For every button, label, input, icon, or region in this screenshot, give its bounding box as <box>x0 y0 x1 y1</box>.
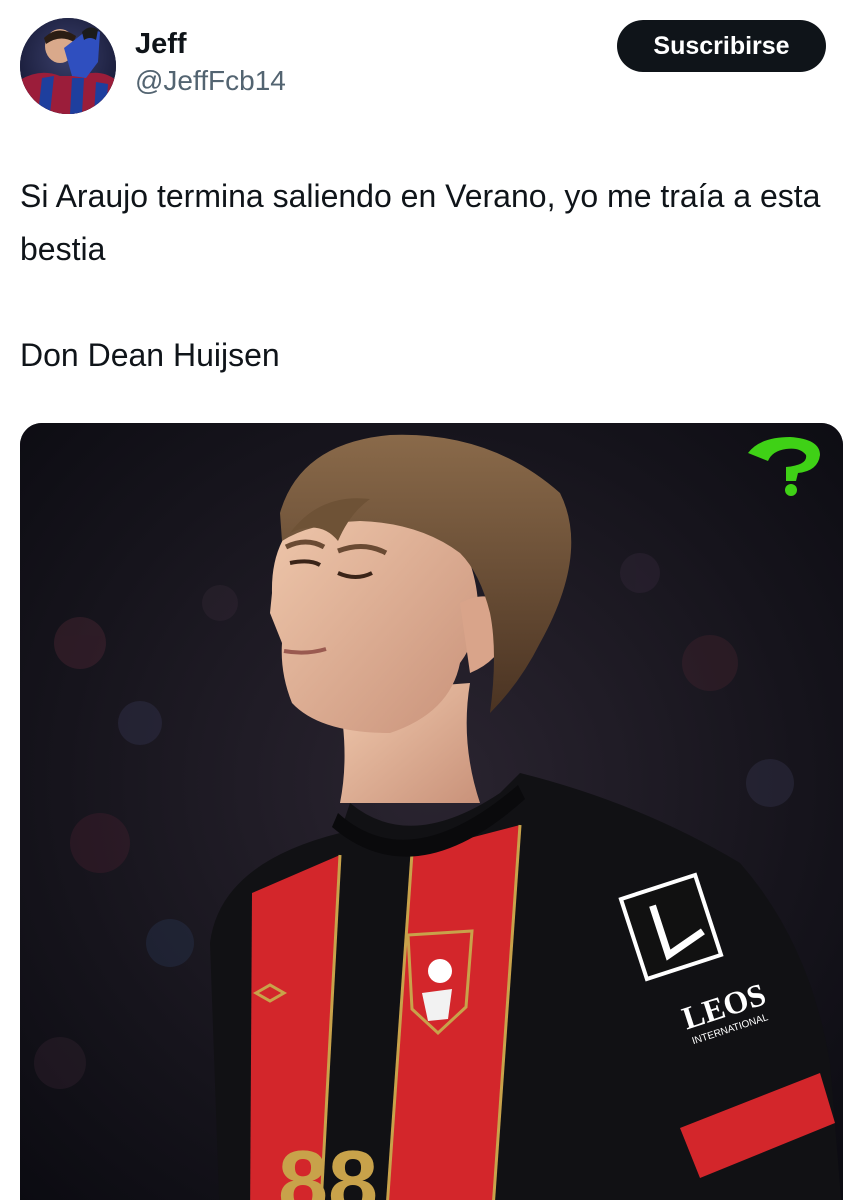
tweet-paragraph: Si Araujo termina saliendo en Verano, yo… <box>20 178 830 267</box>
tweet-header: Jeff @JeffFcb14 Suscribirse <box>0 0 862 130</box>
tweet-paragraph: Don Dean Huijsen <box>20 337 280 373</box>
subscribe-button[interactable]: Suscribirse <box>617 20 826 72</box>
user-handle[interactable]: @JeffFcb14 <box>135 64 286 98</box>
shirt-number: 88 <box>278 1133 378 1200</box>
avatar[interactable] <box>20 18 116 114</box>
tweet-text: Si Araujo termina saliendo en Verano, yo… <box>20 170 850 382</box>
profile-photo-icon <box>20 18 116 114</box>
user-block: Jeff @JeffFcb14 <box>135 26 286 98</box>
display-name[interactable]: Jeff <box>135 26 286 62</box>
tweet-media-image[interactable]: LEOS INTERNATIONAL 88 <box>20 423 843 1200</box>
player-photo: LEOS INTERNATIONAL 88 <box>20 423 843 1200</box>
